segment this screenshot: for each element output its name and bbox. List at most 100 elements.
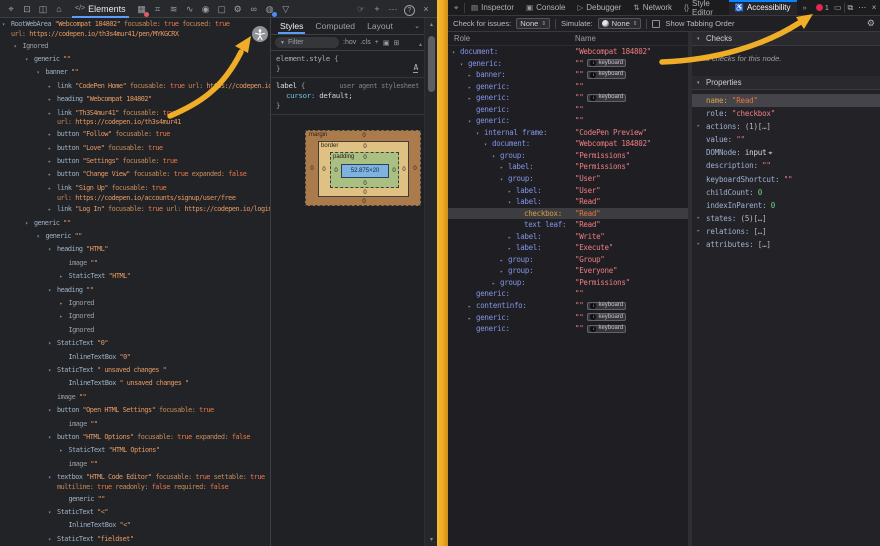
a11y-tree-row[interactable]: ▾ group: "Permissions" [448,150,688,162]
tab-accessibility[interactable]: ♿ Accessibility [728,0,797,15]
tree-node[interactable]: image "" [0,460,270,473]
tab-computed[interactable]: Computed [310,19,360,33]
scrollbar-thumb[interactable] [428,36,435,92]
tree-node[interactable]: image "" [0,420,270,433]
tab-inspector[interactable]: ▤ Inspector [465,0,520,15]
tab-network[interactable]: ⇅ Network [627,0,678,15]
close-icon[interactable]: × [418,2,434,18]
property-row-DOMNode[interactable]: DOMNode: input ⌖ [692,146,880,159]
a11y-tree-row[interactable]: generic: "" [448,104,688,116]
tree-node[interactable]: ▾ heading "" [0,286,270,299]
tree-node[interactable]: ▾ button "Open HTML Settings" focusable: … [0,406,270,419]
error-count-badge[interactable]: 1 [813,0,832,15]
column-header-name[interactable]: Name [575,34,596,43]
more-tabs-icon[interactable]: » [797,0,813,15]
tree-node[interactable]: ▸ link "Sign Up" focusable: true url: http… [0,184,270,206]
a11y-tree-row[interactable]: ▸ generic: "" i keyboard [448,92,688,104]
collapse-arrow-icon[interactable]: ▸ [48,109,57,119]
tree-node[interactable]: InlineTextBox "<" [0,521,270,534]
filter-panel-icon[interactable]: ▽ [278,2,294,18]
expand-arrow-icon[interactable]: ▸ [697,212,700,225]
expand-arrow-icon[interactable]: ▾ [25,55,34,65]
a11y-tree-row[interactable]: ▸ generic: "" i keyboard [448,312,688,324]
tree-node[interactable]: ▸ link "Log In" focusable: true url: http… [0,205,270,218]
extension-icon[interactable]: ☞ [353,2,369,18]
tree-node[interactable]: ▸ button "Settings" focusable: true [0,157,270,170]
sensors-icon[interactable]: ∿ [182,2,198,18]
tree-node[interactable]: ▸ button "Follow" focusable: true [0,130,270,143]
performance-icon[interactable]: ◉ [198,2,214,18]
responsive-design-mode-icon[interactable]: ▭ [832,0,844,15]
property-row-name[interactable]: name: "Read" [692,94,880,108]
add-panel-icon[interactable]: + [369,2,385,18]
property-row-relations[interactable]: ▸ relations: […] [692,225,880,238]
collapse-arrow-icon[interactable]: ▸ [48,170,57,180]
node-picker-icon[interactable]: ⌖ [768,149,772,157]
edge-tree-scrollbar[interactable]: ▴ ▾ [424,18,437,546]
tab-debugger[interactable]: ▷ Debugger [571,0,627,15]
inspect-icon[interactable]: ⌖ [3,2,19,18]
expand-arrow-icon[interactable]: ▾ [48,535,57,545]
property-row-childCount[interactable]: childCount: 0 [692,186,880,199]
a11y-tree-row[interactable]: ▾ document: "Webcompat 184802" [448,138,688,150]
tree-node[interactable]: ▾ generic "" [0,55,270,68]
tree-node[interactable]: ▾ banner "" [0,68,270,81]
collapse-arrow-icon[interactable]: ▸ [48,95,57,105]
a11y-tree-row[interactable]: ▾ group: "User" [448,173,688,185]
tree-node[interactable]: ▸ link "Th3S4mur41" focusable: true url: h… [0,109,270,131]
expand-arrow-icon[interactable]: ▾ [48,245,57,255]
property-row-indexInParent[interactable]: indexInParent: 0 [692,199,880,212]
tab-style-editor[interactable]: {} Style Editor [678,0,729,17]
expand-arrow-icon[interactable]: ▾ [14,42,23,52]
rule-element-style[interactable]: element.style { } A [271,51,424,78]
tree-node[interactable]: ▾ StaticText "0" [0,339,270,352]
check-for-issues-dropdown[interactable]: None ⇕ [516,18,551,29]
a11y-tree-row[interactable]: text leaf: "Read" [448,219,688,231]
tree-node[interactable]: ▾ RootWebArea "Webcompat 184802" focusabl… [0,20,270,42]
a11y-tree-row[interactable]: ▸ group: "Group" [448,254,688,266]
close-devtools-icon[interactable]: × [868,0,880,15]
simulate-dropdown[interactable]: None ⇕ [597,18,642,29]
tree-node[interactable]: ▸ button "Change View" focusable: true ex… [0,170,270,183]
collapse-arrow-icon[interactable]: ▸ [48,184,57,194]
tree-node[interactable]: InlineTextBox "0" [0,353,270,366]
expand-arrow-icon[interactable]: ▾ [48,473,57,483]
scroll-up-icon[interactable]: ▴ [419,41,422,48]
keyboard-check-badge[interactable]: i keyboard [587,313,627,322]
keyboard-check-badge[interactable]: i keyboard [587,70,627,79]
keyboard-check-badge[interactable]: i keyboard [587,324,627,333]
meatball-menu-icon[interactable]: ⋯ [856,0,868,15]
tab-layout[interactable]: Layout [362,19,398,33]
box-model-content[interactable]: 52.875×20 [341,164,389,178]
a11y-tree-row[interactable]: ▸ label: "Write" [448,231,688,243]
checks-section-header[interactable]: ▾ Checks [692,32,880,46]
a11y-tree-row[interactable]: generic: "" [448,288,688,300]
shield-icon[interactable]: ▣ [383,39,390,47]
tree-node[interactable]: image "" [0,393,270,406]
collapse-arrow-icon[interactable]: ▸ [48,157,57,167]
keyboard-check-badge[interactable]: i keyboard [587,301,627,310]
tree-node[interactable]: ▸ StaticText "HTML Options" [0,446,270,459]
expand-arrow-icon[interactable]: ▸ [697,225,700,238]
collapse-arrow-icon[interactable]: ▸ [48,130,57,140]
tree-node[interactable]: ▸ StaticText "HTML" [0,272,270,285]
tree-node[interactable]: ▾ heading "HTML" [0,245,270,258]
box-model-diagram[interactable]: margin 0 0 0 0 border 0 0 0 0 padding 0 … [305,130,421,206]
collapse-arrow-icon[interactable]: ▸ [60,299,69,309]
tree-node[interactable]: ▾ StaticText " unsaved changes " [0,366,270,379]
toggle-cls[interactable]: .cls [360,39,371,46]
a11y-tree-row[interactable]: ▸ generic: "" [448,81,688,93]
show-tabbing-order-checkbox[interactable] [652,19,661,28]
wifi-icon[interactable]: ≋ [166,2,182,18]
keyboard-check-badge[interactable]: i keyboard [587,59,627,68]
tree-node[interactable]: Ignored [0,326,270,339]
property-row-description[interactable]: description: "" [692,159,880,172]
collapse-arrow-icon[interactable]: ▸ [60,446,69,456]
dock-side-icon[interactable]: ◫ [35,2,51,18]
expand-arrow-icon[interactable]: ▾ [48,433,57,443]
property-row-role[interactable]: role: "checkbox" [692,107,880,120]
properties-section-header[interactable]: ▾ Properties [692,76,880,90]
tree-node[interactable]: ▸ button "Love" focusable: true [0,144,270,157]
chevron-down-icon[interactable]: ⌄ [414,22,420,30]
a11y-tree-row[interactable]: ▾ document: "Webcompat 184802" [448,46,688,58]
